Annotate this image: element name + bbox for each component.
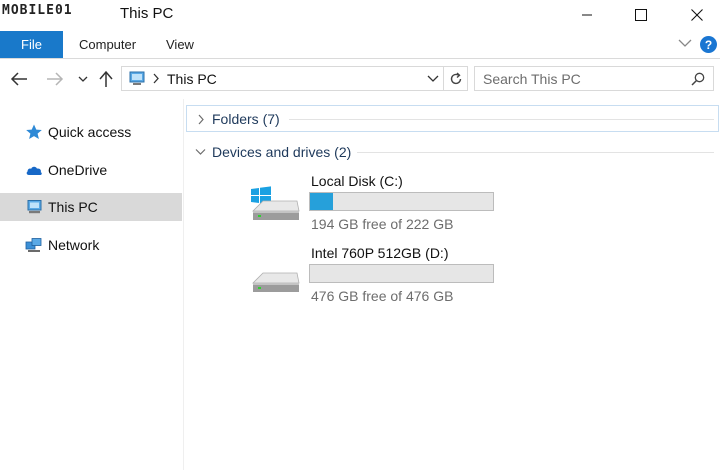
computer-icon <box>129 71 145 85</box>
refresh-button[interactable] <box>444 66 468 91</box>
close-icon <box>691 9 703 21</box>
devices-group-rule <box>357 152 714 153</box>
up-arrow-icon <box>99 70 113 87</box>
forward-arrow-icon <box>47 72 64 86</box>
sidebar-item-network[interactable]: Network <box>0 231 182 259</box>
sidebar-item-label: OneDrive <box>48 162 108 178</box>
search-icon[interactable] <box>691 72 705 86</box>
drive-item-d[interactable]: Intel 760P 512GB (D:) 476 GB free of 476… <box>185 243 720 313</box>
help-button[interactable]: ? <box>700 36 717 53</box>
drive-icon <box>252 272 300 292</box>
forward-button[interactable] <box>44 67 66 91</box>
usage-bar <box>309 264 494 283</box>
chevron-down-icon <box>78 76 88 82</box>
tab-computer[interactable]: Computer <box>79 31 136 58</box>
content-pane: Folders (7) Devices and drives (2) Local… <box>185 99 720 470</box>
drive-name: Intel 760P 512GB (D:) <box>311 245 449 261</box>
drive-name: Local Disk (C:) <box>311 173 403 189</box>
computer-icon <box>27 200 42 214</box>
tab-file[interactable]: File <box>0 31 63 58</box>
maximize-button[interactable] <box>618 0 664 30</box>
back-button[interactable] <box>8 67 30 91</box>
star-icon <box>26 124 42 139</box>
sidebar-item-quick-access[interactable]: Quick access <box>0 118 182 146</box>
sidebar-item-this-pc[interactable]: This PC <box>0 193 182 221</box>
search-input[interactable] <box>475 67 685 90</box>
title-bar: MOBILE01 This PC <box>0 0 720 30</box>
up-button[interactable] <box>95 67 117 91</box>
devices-group-label: Devices and drives (2) <box>212 144 352 160</box>
address-dropdown-icon[interactable] <box>427 74 439 83</box>
address-bar[interactable]: This PC <box>121 66 444 91</box>
sidebar-item-label: This PC <box>48 199 98 215</box>
usage-bar-fill <box>310 193 334 210</box>
drive-item-c[interactable]: Local Disk (C:) 194 GB free of 222 GB <box>185 171 720 241</box>
minimize-button[interactable] <box>564 0 610 30</box>
minimize-icon <box>582 14 592 16</box>
chevron-right-icon <box>198 114 204 125</box>
window-title: This PC <box>120 5 174 22</box>
breadcrumb-chevron-icon[interactable] <box>152 73 160 84</box>
search-box[interactable] <box>474 66 714 91</box>
back-arrow-icon <box>10 72 27 86</box>
tab-view[interactable]: View <box>166 31 194 58</box>
folders-group-label: Folders (7) <box>212 111 280 127</box>
sidebar-item-onedrive[interactable]: OneDrive <box>0 156 182 184</box>
cloud-icon <box>26 166 42 175</box>
watermark: MOBILE01 <box>2 3 73 18</box>
navigation-pane: Quick access OneDrive This PC Network <box>0 99 184 470</box>
address-location[interactable]: This PC <box>167 71 217 87</box>
sidebar-item-label: Network <box>48 237 100 253</box>
sidebar-item-label: Quick access <box>48 124 132 140</box>
folders-group-rule <box>289 119 714 120</box>
network-icon <box>25 238 42 252</box>
maximize-icon <box>635 9 647 21</box>
chevron-down-icon <box>195 149 206 155</box>
usage-bar <box>309 192 494 211</box>
windows-drive-icon <box>251 186 300 220</box>
drive-free-space: 476 GB free of 476 GB <box>311 288 454 304</box>
ribbon: File Computer View <box>0 30 720 58</box>
expand-ribbon-icon[interactable] <box>678 38 692 48</box>
drive-free-space: 194 GB free of 222 GB <box>311 216 454 232</box>
close-button[interactable] <box>674 0 720 30</box>
refresh-icon <box>450 71 461 84</box>
recent-locations-button[interactable] <box>72 67 94 91</box>
